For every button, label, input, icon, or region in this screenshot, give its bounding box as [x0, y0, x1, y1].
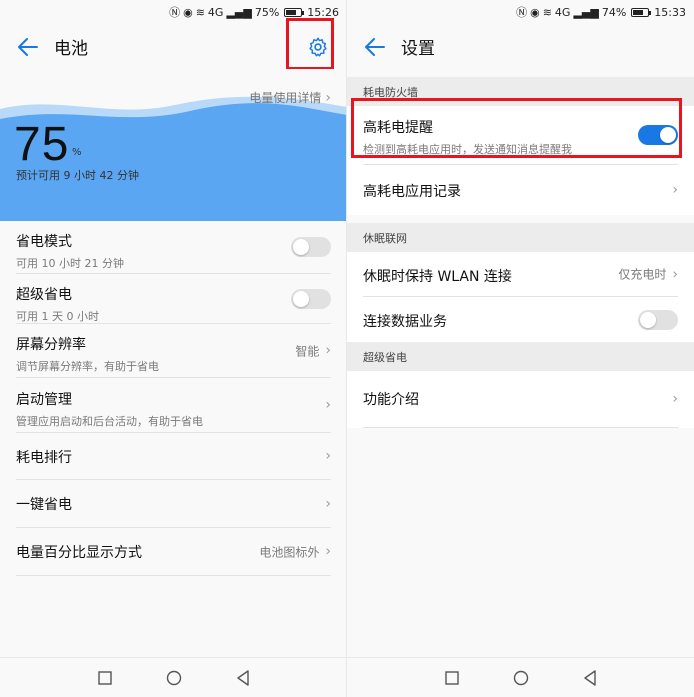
home-button[interactable] [164, 668, 184, 688]
clock: 15:26 [307, 5, 339, 19]
status-bar: Ⓝ ◉ ≋ 4G ▂▄▆ 74% 15:33 [347, 0, 694, 24]
row-value: 智能 [295, 344, 320, 358]
battery-hero: 电量使用详情 › 75 % 预计可用 9 小时 42 分钟 [0, 69, 347, 221]
navigation-bar [0, 657, 347, 697]
row-title: 超级省电 [16, 287, 72, 303]
navigation-bar [347, 657, 694, 697]
triangle-back-icon [236, 669, 249, 686]
row-subtitle: 调节屏幕分辨率，有助于省电 [16, 360, 159, 373]
page-title: 电池 [54, 39, 88, 59]
chevron-right-icon: › [672, 391, 678, 407]
chevron-right-icon: › [325, 397, 331, 413]
ultra-power-saving-toggle[interactable] [291, 288, 331, 309]
wifi-icon: ≋ [195, 5, 205, 19]
list-item-screen-resolution[interactable]: 屏幕分辨率 调节屏幕分辨率，有助于省电 智能 › [16, 324, 331, 378]
chevron-right-icon: › [325, 495, 331, 512]
back-button[interactable] [8, 27, 48, 67]
power-saving-toggle[interactable] [291, 237, 331, 257]
triangle-back-icon [583, 669, 596, 686]
list-item-one-tap-saving[interactable]: 一键省电 › [16, 480, 331, 528]
home-button[interactable] [511, 668, 531, 688]
list-item-mobile-data[interactable]: 连接数据业务 [363, 297, 678, 342]
circle-icon [166, 670, 181, 685]
row-title: 高耗电应用记录 [363, 184, 461, 200]
recents-button[interactable] [442, 668, 462, 688]
row-subtitle: 可用 1 天 0 小时 [16, 310, 99, 323]
app-bar: 设置 [347, 24, 694, 69]
back-arrow-icon [18, 37, 38, 56]
chevron-right-icon: › [325, 89, 331, 106]
usage-details-label: 电量使用详情 [249, 91, 322, 105]
highlight-box-settings [286, 18, 334, 70]
highlight-box-alert [351, 98, 682, 158]
row-subtitle: 管理应用启动和后台活动，有助于省电 [16, 415, 203, 428]
list-item-high-consumption-records[interactable]: 高耗电应用记录 › [363, 165, 678, 215]
list-item-power-saving[interactable]: 省电模式 可用 10 小时 21 分钟 [16, 221, 331, 274]
section-ultra-saving: 功能介绍 › [347, 371, 694, 428]
battery-percent: 75% [254, 5, 280, 19]
row-title: 耗电排行 [16, 450, 72, 466]
battery-percentage: 75 [14, 118, 70, 171]
back-nav-button[interactable] [233, 668, 253, 688]
signal-label: 4G [554, 5, 571, 19]
chevron-right-icon: › [325, 448, 331, 464]
square-icon [97, 670, 112, 685]
nfc-icon: Ⓝ [169, 6, 181, 19]
eye-comfort-icon: ◉ [183, 5, 193, 19]
battery-percent: 74% [601, 5, 627, 19]
section-sleep-network: 休眠时保持 WLAN 连接 仅充电时 › 连接数据业务 [347, 252, 694, 342]
row-title: 屏幕分辨率 [16, 337, 86, 353]
list-item-ultra-power-saving[interactable]: 超级省电 可用 1 天 0 小时 [16, 274, 331, 324]
section-header-ultra-saving: 超级省电 [347, 342, 694, 371]
signal-icon: ▂▄▆ [226, 5, 252, 19]
recents-button[interactable] [95, 668, 115, 688]
remaining-time: 预计可用 9 小时 42 分钟 [16, 169, 139, 182]
list-item-consumption-ranking[interactable]: 耗电排行 › [16, 433, 331, 480]
usage-details-link[interactable]: 电量使用详情 › [249, 89, 331, 106]
signal-label: 4G [207, 5, 224, 19]
wifi-icon: ≋ [542, 5, 552, 19]
list-item-feature-intro[interactable]: 功能介绍 › [363, 371, 678, 428]
back-arrow-icon [365, 37, 385, 56]
square-icon [444, 670, 459, 685]
list-item-percentage-display[interactable]: 电量百分比显示方式 电池图标外 › [16, 528, 331, 576]
row-title: 功能介绍 [363, 392, 419, 408]
row-value: 仅充电时 [618, 267, 667, 282]
row-title: 一键省电 [16, 497, 72, 513]
nfc-icon: Ⓝ [516, 6, 528, 19]
chevron-right-icon: › [672, 266, 678, 282]
row-title: 启动管理 [16, 392, 72, 408]
back-button[interactable] [355, 27, 395, 67]
chevron-right-icon: › [325, 543, 331, 560]
eye-comfort-icon: ◉ [530, 5, 540, 19]
battery-options-list: 省电模式 可用 10 小时 21 分钟 超级省电 可用 1 天 0 小时 屏幕分… [0, 221, 347, 576]
battery-settings-screen: Ⓝ ◉ ≋ 4G ▂▄▆ 74% 15:33 设置 耗电防火墙 高耗电提醒 检测… [347, 0, 694, 697]
row-value: 电池图标外 [259, 545, 320, 559]
chevron-right-icon: › [325, 342, 331, 359]
section-header-sleep-network: 休眠联网 [347, 223, 694, 252]
list-item-launch-management[interactable]: 启动管理 管理应用启动和后台活动，有助于省电 › [16, 378, 331, 433]
circle-icon [513, 670, 528, 685]
mobile-data-toggle[interactable] [638, 309, 678, 330]
row-subtitle: 可用 10 小时 21 分钟 [16, 257, 124, 270]
chevron-right-icon: › [672, 182, 678, 198]
clock: 15:33 [654, 5, 686, 19]
signal-icon: ▂▄▆ [573, 5, 599, 19]
row-title: 省电模式 [16, 234, 72, 250]
back-nav-button[interactable] [580, 668, 600, 688]
battery-icon [631, 7, 652, 17]
page-title: 设置 [401, 39, 435, 59]
percent-sign: % [72, 147, 82, 158]
row-title: 连接数据业务 [363, 314, 447, 330]
battery-icon [284, 7, 305, 17]
battery-screen: Ⓝ ◉ ≋ 4G ▂▄▆ 75% 15:26 电池 电量使用详情 › 75 % … [0, 0, 347, 697]
list-item-keep-wlan[interactable]: 休眠时保持 WLAN 连接 仅充电时 › [363, 252, 678, 297]
